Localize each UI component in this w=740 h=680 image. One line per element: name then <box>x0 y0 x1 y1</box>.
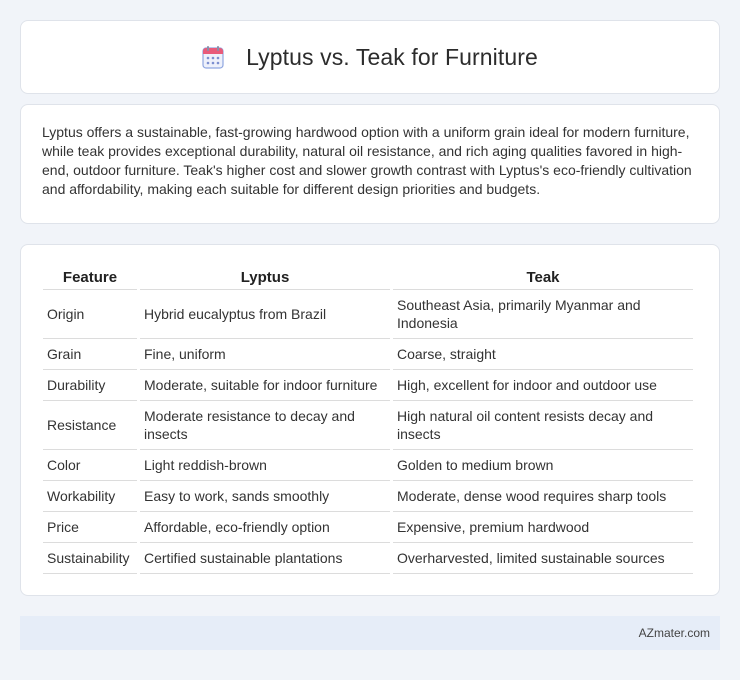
feature-cell: Price <box>43 512 137 543</box>
lyptus-cell: Hybrid eucalyptus from Brazil <box>140 290 390 339</box>
table-row: Durability Moderate, suitable for indoor… <box>43 370 693 401</box>
header-card: Lyptus vs. Teak for Furniture <box>20 20 720 94</box>
comparison-table: Feature Lyptus Teak Origin Hybrid eucaly… <box>40 265 696 574</box>
teak-cell: High, excellent for indoor and outdoor u… <box>393 370 693 401</box>
lyptus-cell: Fine, uniform <box>140 339 390 370</box>
teak-cell: Coarse, straight <box>393 339 693 370</box>
lyptus-cell: Light reddish-brown <box>140 450 390 481</box>
lyptus-cell: Affordable, eco-friendly option <box>140 512 390 543</box>
header-teak: Teak <box>393 265 693 290</box>
comparison-table-card: Feature Lyptus Teak Origin Hybrid eucaly… <box>20 244 720 596</box>
feature-cell: Grain <box>43 339 137 370</box>
summary-card: Lyptus offers a sustainable, fast-growin… <box>20 104 720 224</box>
table-row: Price Affordable, eco-friendly option Ex… <box>43 512 693 543</box>
feature-cell: Workability <box>43 481 137 512</box>
teak-cell: Moderate, dense wood requires sharp tool… <box>393 481 693 512</box>
table-row: Grain Fine, uniform Coarse, straight <box>43 339 693 370</box>
feature-cell: Resistance <box>43 401 137 450</box>
table-row: Resistance Moderate resistance to decay … <box>43 401 693 450</box>
calendar-icon <box>202 45 224 69</box>
lyptus-cell: Certified sustainable plantations <box>140 543 390 574</box>
teak-cell: Southeast Asia, primarily Myanmar and In… <box>393 290 693 339</box>
teak-cell: Golden to medium brown <box>393 450 693 481</box>
feature-cell: Durability <box>43 370 137 401</box>
footer-bar: AZmater.com <box>20 616 720 650</box>
lyptus-cell: Moderate resistance to decay and insects <box>140 401 390 450</box>
footer-brand[interactable]: AZmater.com <box>639 626 710 640</box>
teak-cell: Expensive, premium hardwood <box>393 512 693 543</box>
feature-cell: Origin <box>43 290 137 339</box>
header-feature: Feature <box>43 265 137 290</box>
summary-text: Lyptus offers a sustainable, fast-growin… <box>42 124 692 197</box>
feature-cell: Sustainability <box>43 543 137 574</box>
lyptus-cell: Easy to work, sands smoothly <box>140 481 390 512</box>
teak-cell: High natural oil content resists decay a… <box>393 401 693 450</box>
title-wrap: Lyptus vs. Teak for Furniture <box>202 44 538 71</box>
table-header-row: Feature Lyptus Teak <box>43 265 693 290</box>
page-title: Lyptus vs. Teak for Furniture <box>246 43 538 70</box>
table-row: Workability Easy to work, sands smoothly… <box>43 481 693 512</box>
table-row: Sustainability Certified sustainable pla… <box>43 543 693 574</box>
header-lyptus: Lyptus <box>140 265 390 290</box>
table-row: Origin Hybrid eucalyptus from Brazil Sou… <box>43 290 693 339</box>
teak-cell: Overharvested, limited sustainable sourc… <box>393 543 693 574</box>
table-row: Color Light reddish-brown Golden to medi… <box>43 450 693 481</box>
lyptus-cell: Moderate, suitable for indoor furniture <box>140 370 390 401</box>
feature-cell: Color <box>43 450 137 481</box>
